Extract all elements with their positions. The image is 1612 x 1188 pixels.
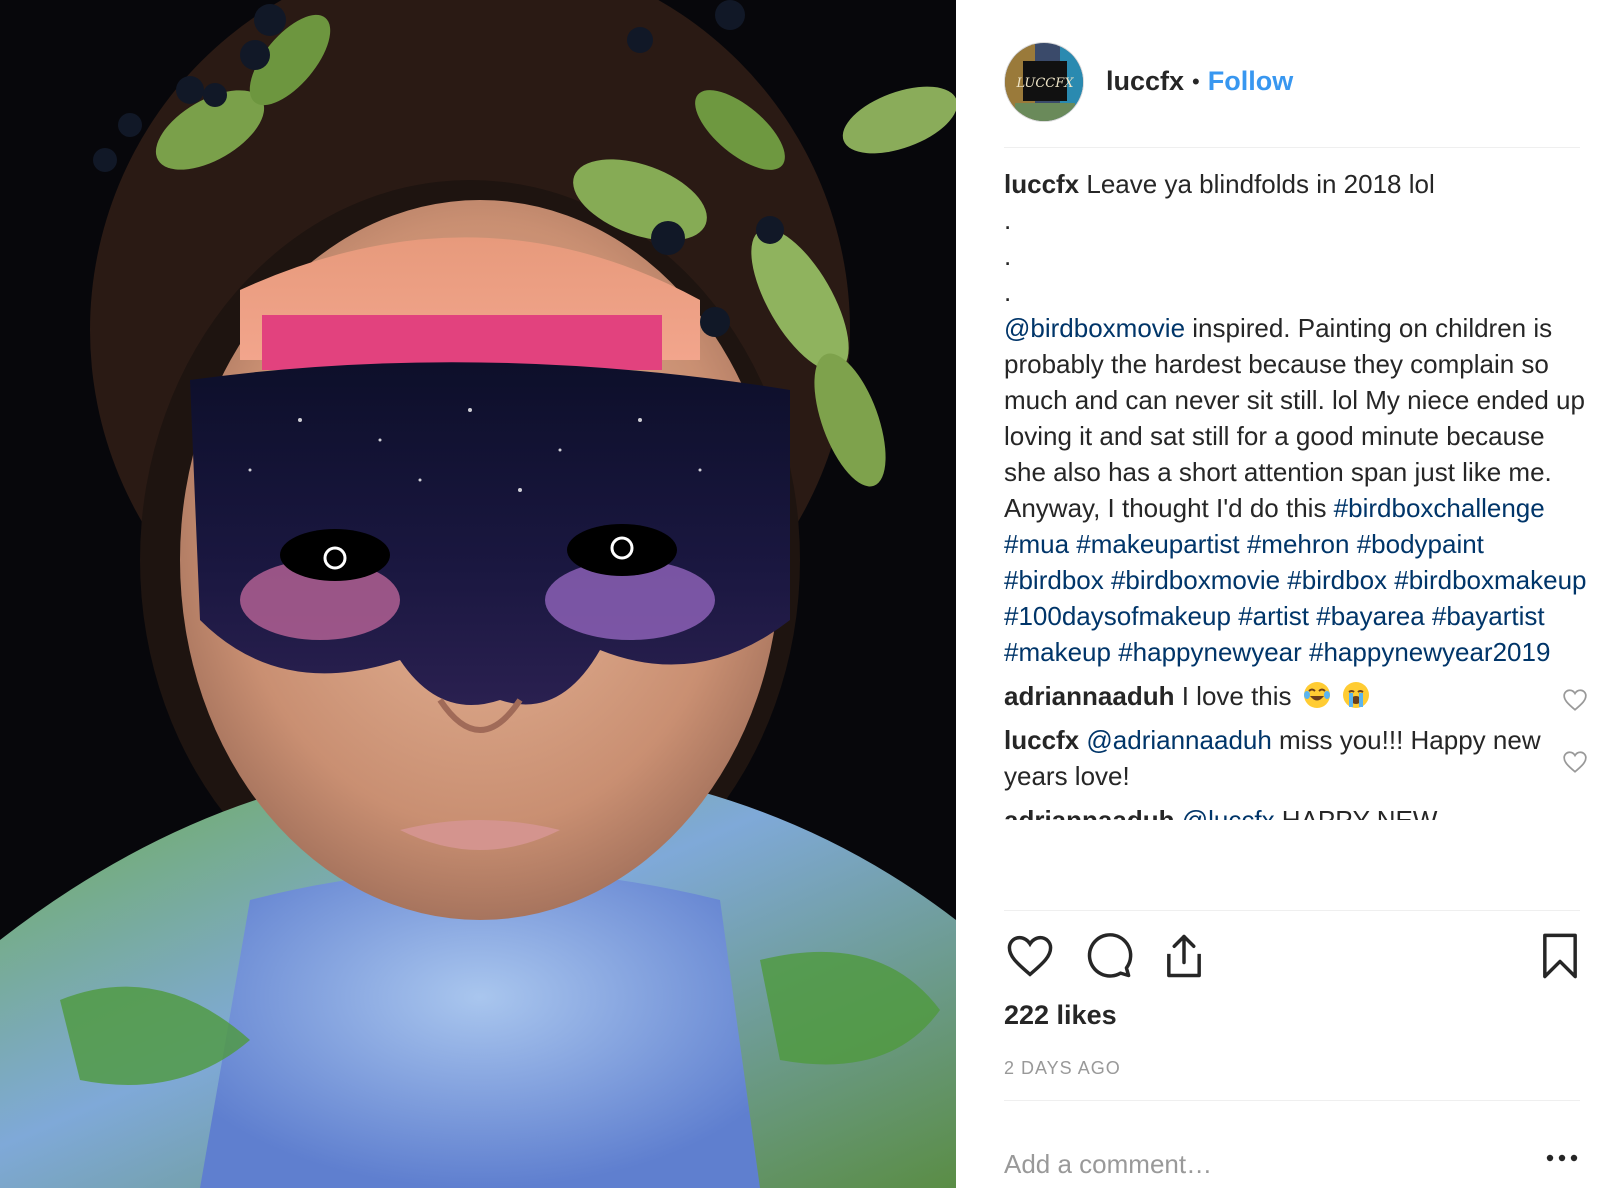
hashtag-link[interactable]: #birdboxchallenge (1334, 493, 1545, 523)
comment-username[interactable]: adriannaaduh (1004, 805, 1174, 820)
joy-emoji-icon (1303, 681, 1331, 709)
comment-username[interactable]: luccfx (1004, 725, 1079, 755)
follow-button[interactable]: Follow (1208, 66, 1293, 97)
post-photo[interactable] (0, 0, 956, 1188)
hashtag-link[interactable]: #happynewyear (1118, 637, 1302, 667)
avatar-image: LUCCFX (1005, 42, 1083, 121)
heart-icon[interactable] (1004, 930, 1056, 982)
hashtag-link[interactable]: #100daysofmakeup (1004, 601, 1231, 631)
hashtag-link[interactable]: #artist (1238, 601, 1309, 631)
like-comment-heart-icon[interactable] (1562, 748, 1588, 774)
hashtag-link[interactable]: #bayarea (1316, 601, 1424, 631)
post-image (0, 0, 956, 1188)
bookmark-icon[interactable] (1534, 930, 1586, 982)
caption-body: @birdboxmovie inspired. Painting on chil… (1004, 310, 1588, 670)
likes-count[interactable]: 222 likes (1004, 1000, 1117, 1031)
hashtag-link[interactable]: #mehron (1247, 529, 1350, 559)
post-timestamp[interactable]: 2 DAYS AGO (1004, 1058, 1121, 1079)
caption-first-line: Leave ya blindfolds in 2018 lol (1086, 169, 1435, 199)
hashtag-link[interactable]: #makeup (1004, 637, 1111, 667)
post-actions-bar (1004, 930, 1580, 986)
add-comment-bar (1004, 1134, 1580, 1188)
caption-username[interactable]: luccfx (1004, 169, 1079, 199)
post-caption: luccfx Leave ya blindfolds in 2018 lol .… (1004, 166, 1588, 670)
comment-item: adriannaaduh I love this (1004, 678, 1588, 714)
actions-divider (1004, 910, 1580, 911)
caption-dot: . (1004, 277, 1012, 307)
comment-mention-link[interactable]: @adriannaaduh (1086, 725, 1271, 755)
hashtag-link[interactable]: #happynewyear2019 (1309, 637, 1550, 667)
comment-username[interactable]: adriannaaduh (1004, 681, 1174, 711)
hashtag-link[interactable]: #bodypaint (1357, 529, 1484, 559)
comment-item: luccfx @adriannaaduh miss you!!! Happy n… (1004, 722, 1588, 794)
caption-mention-link[interactable]: @birdboxmovie (1004, 313, 1185, 343)
sob-emoji-icon (1342, 681, 1370, 709)
profile-avatar[interactable]: LUCCFX (1004, 41, 1084, 122)
comments-list[interactable]: luccfx Leave ya blindfolds in 2018 lol .… (1004, 166, 1588, 910)
share-icon[interactable] (1158, 930, 1210, 982)
comment-box-divider (1004, 1100, 1580, 1101)
hashtag-link[interactable]: #birdbox (1287, 565, 1387, 595)
add-comment-input[interactable] (1004, 1148, 1504, 1180)
like-comment-heart-icon[interactable] (1562, 686, 1588, 712)
hashtag-link[interactable]: #makeupartist (1076, 529, 1239, 559)
hashtag-link[interactable]: #bayartist (1432, 601, 1545, 631)
comment-icon[interactable] (1082, 930, 1134, 982)
post-author-username[interactable]: luccfx (1106, 66, 1184, 97)
hashtag-link[interactable]: #birdboxmakeup (1394, 565, 1586, 595)
comment-text: HAPPY NEW (1274, 805, 1438, 820)
caption-body-text: inspired. Painting on children is probab… (1004, 313, 1585, 523)
separator-dot: • (1192, 68, 1200, 94)
caption-dot: . (1004, 205, 1012, 235)
caption-dot: . (1004, 241, 1012, 271)
svg-text:LUCCFX: LUCCFX (1015, 76, 1074, 91)
more-options-icon[interactable] (1544, 1148, 1580, 1168)
post-header: LUCCFX luccfx • Follow (1004, 28, 1580, 148)
hashtag-link[interactable]: #birdboxmovie (1111, 565, 1280, 595)
comment-text: I love this (1181, 681, 1292, 711)
post-details-panel: LUCCFX luccfx • Follow luccfx Leave ya b… (956, 0, 1612, 1188)
hashtag-link[interactable]: #mua (1004, 529, 1069, 559)
hashtag-link[interactable]: #birdbox (1004, 565, 1104, 595)
comment-text: miss you!!! Happy new years love! (1004, 725, 1541, 791)
comment-mention-link[interactable]: @luccfx (1182, 805, 1275, 820)
comment-item-partial: adriannaaduh @luccfx HAPPY NEW (1004, 802, 1588, 820)
